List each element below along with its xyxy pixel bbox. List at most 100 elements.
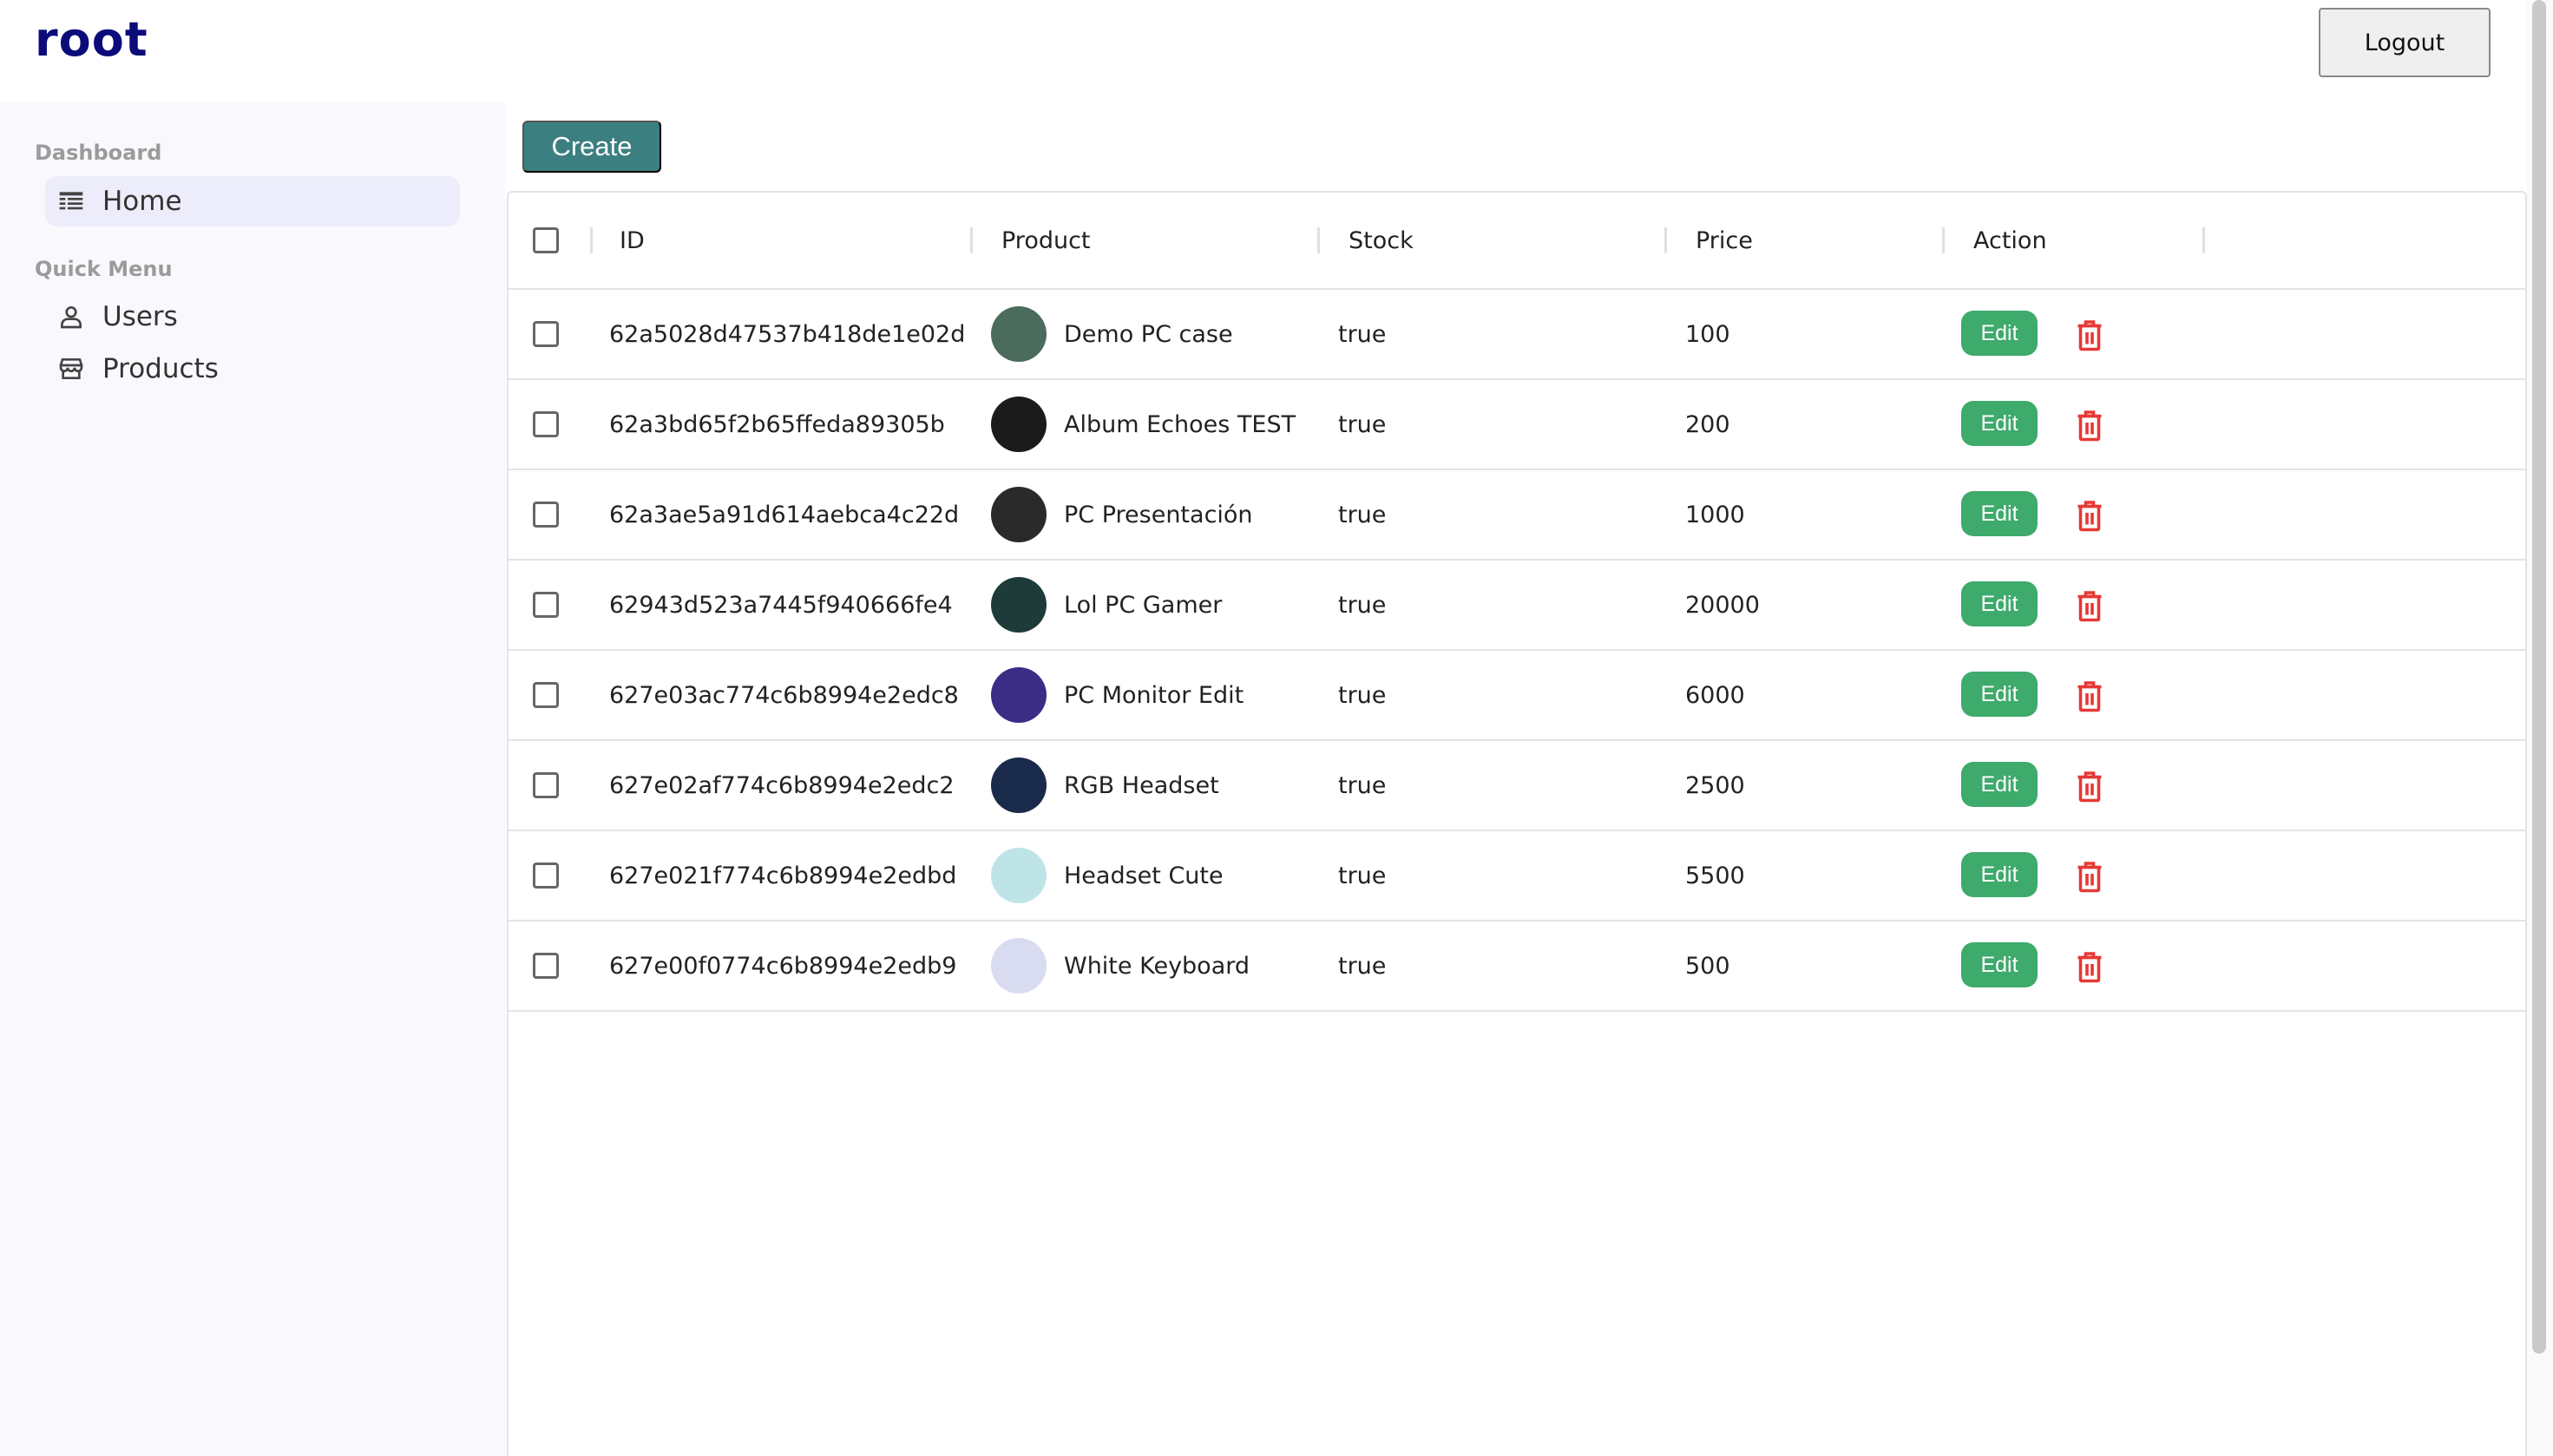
- sidebar-item-users[interactable]: Users: [45, 292, 460, 342]
- cell-price: 1000: [1685, 501, 1745, 528]
- table-row[interactable]: 62a3bd65f2b65ffeda89305b Album Echoes TES…: [509, 380, 2525, 470]
- edit-button[interactable]: Edit: [1961, 852, 2038, 897]
- cell-price: 2500: [1685, 771, 1745, 799]
- product-thumbnail: [991, 758, 1047, 813]
- cell-stock: true: [1338, 591, 1387, 619]
- edit-button[interactable]: Edit: [1961, 762, 2038, 807]
- cell-id: 627e021f774c6b8994e2edbd: [609, 862, 957, 889]
- cell-price: 20000: [1685, 591, 1760, 619]
- sidebar-item-home[interactable]: Home: [45, 176, 460, 226]
- sidebar-section-title: Quick Menu: [35, 257, 173, 281]
- product-thumbnail: [991, 848, 1047, 903]
- cell-price: 6000: [1685, 681, 1745, 709]
- cell-product: PC Monitor Edit: [1064, 681, 1244, 709]
- edit-button[interactable]: Edit: [1961, 491, 2038, 536]
- column-header-action[interactable]: Action: [1973, 193, 2047, 288]
- cell-stock: true: [1338, 501, 1387, 528]
- table-row[interactable]: 627e03ac774c6b8994e2edc8 PC Monitor Edit t…: [509, 651, 2525, 741]
- cell-stock: true: [1338, 771, 1387, 799]
- edit-button[interactable]: Edit: [1961, 581, 2038, 626]
- product-thumbnail: [991, 397, 1047, 452]
- column-separator[interactable]: [1317, 227, 1320, 253]
- cell-id: 62a3bd65f2b65ffeda89305b: [609, 410, 945, 438]
- sidebar-item-products[interactable]: Products: [45, 344, 460, 394]
- table-row[interactable]: 627e021f774c6b8994e2edbd Headset Cute true…: [509, 831, 2525, 921]
- edit-button[interactable]: Edit: [1961, 311, 2038, 356]
- row-checkbox[interactable]: [533, 772, 559, 798]
- product-thumbnail: [991, 577, 1047, 633]
- edit-button[interactable]: Edit: [1961, 401, 2038, 446]
- cell-stock: true: [1338, 952, 1387, 980]
- cell-id: 627e00f0774c6b8994e2edb9: [609, 952, 957, 980]
- sidebar: Dashboard Home Quick Menu Users Products: [0, 102, 505, 1456]
- table-row[interactable]: 62943d523a7445f940666fe4 Lol PC Gamer true…: [509, 561, 2525, 651]
- row-checkbox[interactable]: [533, 953, 559, 979]
- cell-stock: true: [1338, 410, 1387, 438]
- cell-product: Lol PC Gamer: [1064, 591, 1223, 619]
- cell-product: White Keyboard: [1064, 952, 1250, 980]
- cell-id: 627e03ac774c6b8994e2edc8: [609, 681, 959, 709]
- cell-product: Album Echoes TEST: [1064, 410, 1296, 438]
- product-thumbnail: [991, 938, 1047, 994]
- table-header: ID Product Stock Price Action: [509, 193, 2525, 290]
- cell-id: 62943d523a7445f940666fe4: [609, 591, 953, 619]
- sidebar-section-title: Dashboard: [35, 141, 162, 165]
- edit-button[interactable]: Edit: [1961, 942, 2038, 987]
- column-separator[interactable]: [590, 227, 593, 253]
- table-row[interactable]: 62a3ae5a91d614aebca4c22d PC Presentación t…: [509, 470, 2525, 561]
- cell-product: RGB Headset: [1064, 771, 1219, 799]
- user-icon: [56, 301, 87, 332]
- cell-price: 200: [1685, 410, 1730, 438]
- products-table: ID Product Stock Price Action 62a5028d47…: [507, 191, 2527, 1456]
- table-row[interactable]: 627e02af774c6b8994e2edc2 RGB Headset true 2…: [509, 741, 2525, 831]
- delete-icon[interactable]: [2074, 588, 2105, 623]
- column-header-product[interactable]: Product: [1001, 193, 1091, 288]
- cell-product: Demo PC case: [1064, 320, 1233, 348]
- cell-id: 62a3ae5a91d614aebca4c22d: [609, 501, 960, 528]
- delete-icon[interactable]: [2074, 949, 2105, 984]
- column-separator[interactable]: [2202, 227, 2205, 253]
- column-separator[interactable]: [1664, 227, 1667, 253]
- delete-icon[interactable]: [2074, 769, 2105, 803]
- product-thumbnail: [991, 306, 1047, 362]
- cell-price: 100: [1685, 320, 1730, 348]
- row-checkbox[interactable]: [533, 682, 559, 708]
- column-separator[interactable]: [970, 227, 973, 253]
- cell-product: Headset Cute: [1064, 862, 1224, 889]
- logo[interactable]: root: [35, 12, 148, 67]
- sidebar-item-label: Products: [102, 353, 219, 384]
- row-checkbox[interactable]: [533, 862, 559, 889]
- delete-icon[interactable]: [2074, 859, 2105, 894]
- cell-stock: true: [1338, 320, 1387, 348]
- edit-button[interactable]: Edit: [1961, 672, 2038, 717]
- table-row[interactable]: 62a5028d47537b418de1e02d Demo PC case true…: [509, 290, 2525, 380]
- delete-icon[interactable]: [2074, 318, 2105, 352]
- column-separator[interactable]: [1942, 227, 1945, 253]
- select-all-checkbox[interactable]: [533, 227, 559, 253]
- row-checkbox[interactable]: [533, 502, 559, 528]
- table-row[interactable]: 627e00f0774c6b8994e2edb9 White Keyboard tr…: [509, 921, 2525, 1012]
- cell-price: 500: [1685, 952, 1730, 980]
- cell-id: 62a5028d47537b418de1e02d: [609, 320, 966, 348]
- column-header-stock[interactable]: Stock: [1349, 193, 1414, 288]
- create-button[interactable]: Create: [522, 121, 661, 173]
- cell-stock: true: [1338, 681, 1387, 709]
- delete-icon[interactable]: [2074, 408, 2105, 443]
- storefront-icon: [56, 353, 87, 384]
- top-bar: root Logout: [0, 0, 2553, 102]
- column-header-id[interactable]: ID: [620, 193, 645, 288]
- product-thumbnail: [991, 487, 1047, 542]
- cell-id: 627e02af774c6b8994e2edc2: [609, 771, 955, 799]
- row-checkbox[interactable]: [533, 321, 559, 347]
- delete-icon[interactable]: [2074, 498, 2105, 533]
- row-checkbox[interactable]: [533, 592, 559, 618]
- cell-product: PC Presentación: [1064, 501, 1253, 528]
- column-header-price[interactable]: Price: [1696, 193, 1753, 288]
- product-thumbnail: [991, 667, 1047, 723]
- cell-price: 5500: [1685, 862, 1745, 889]
- logout-button[interactable]: Logout: [2319, 8, 2491, 77]
- sidebar-item-label: Users: [102, 301, 178, 332]
- delete-icon[interactable]: [2074, 679, 2105, 713]
- row-checkbox[interactable]: [533, 411, 559, 437]
- scrollbar-thumb[interactable]: [2532, 0, 2546, 1354]
